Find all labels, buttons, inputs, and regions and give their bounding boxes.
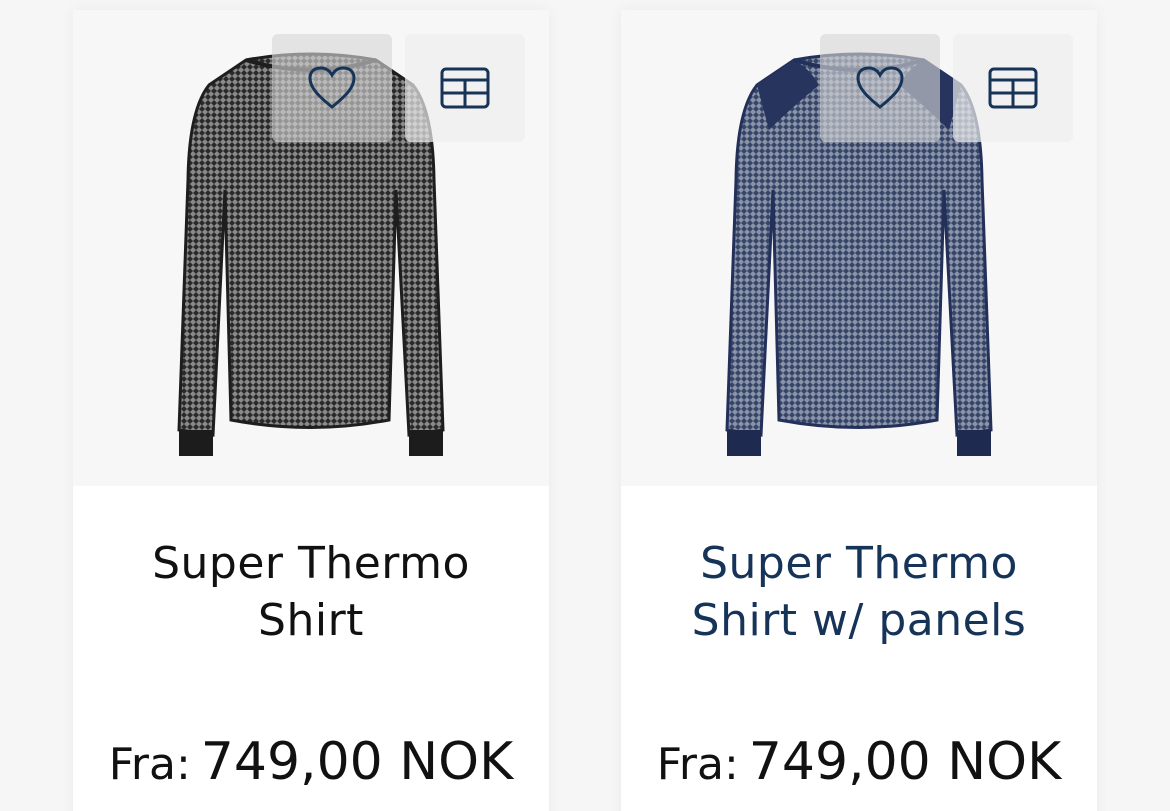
product-title-line2[interactable]: Shirt xyxy=(73,592,549,649)
product-title[interactable]: Super Thermo Shirt w/ panels xyxy=(621,535,1097,649)
compare-table-icon xyxy=(440,67,490,109)
price-value: 749,00 NOK xyxy=(748,732,1062,792)
product-title-line2[interactable]: Shirt w/ panels xyxy=(621,592,1097,649)
product-grid: Super Thermo Shirt Fra: 749,00 NOK Super… xyxy=(0,0,1170,811)
product-title-line1[interactable]: Super Thermo xyxy=(621,535,1097,592)
product-title-line1[interactable]: Super Thermo xyxy=(73,535,549,592)
heart-icon xyxy=(308,66,356,109)
product-price: Fra: 749,00 NOK xyxy=(621,732,1097,792)
product-image[interactable] xyxy=(73,10,549,486)
product-image[interactable] xyxy=(621,10,1097,486)
compare-button[interactable] xyxy=(405,34,525,142)
product-title[interactable]: Super Thermo Shirt xyxy=(73,535,549,649)
heart-icon xyxy=(856,66,904,109)
product-card[interactable]: Super Thermo Shirt w/ panels Fra: 749,00 … xyxy=(621,10,1097,811)
compare-button[interactable] xyxy=(953,34,1073,142)
product-card[interactable]: Super Thermo Shirt Fra: 749,00 NOK xyxy=(73,10,549,811)
compare-table-icon xyxy=(988,67,1038,109)
price-value: 749,00 NOK xyxy=(200,732,514,792)
price-prefix: Fra: xyxy=(656,739,739,790)
favorite-button[interactable] xyxy=(272,34,392,142)
product-price: Fra: 749,00 NOK xyxy=(73,732,549,792)
price-prefix: Fra: xyxy=(108,739,191,790)
favorite-button[interactable] xyxy=(820,34,940,142)
